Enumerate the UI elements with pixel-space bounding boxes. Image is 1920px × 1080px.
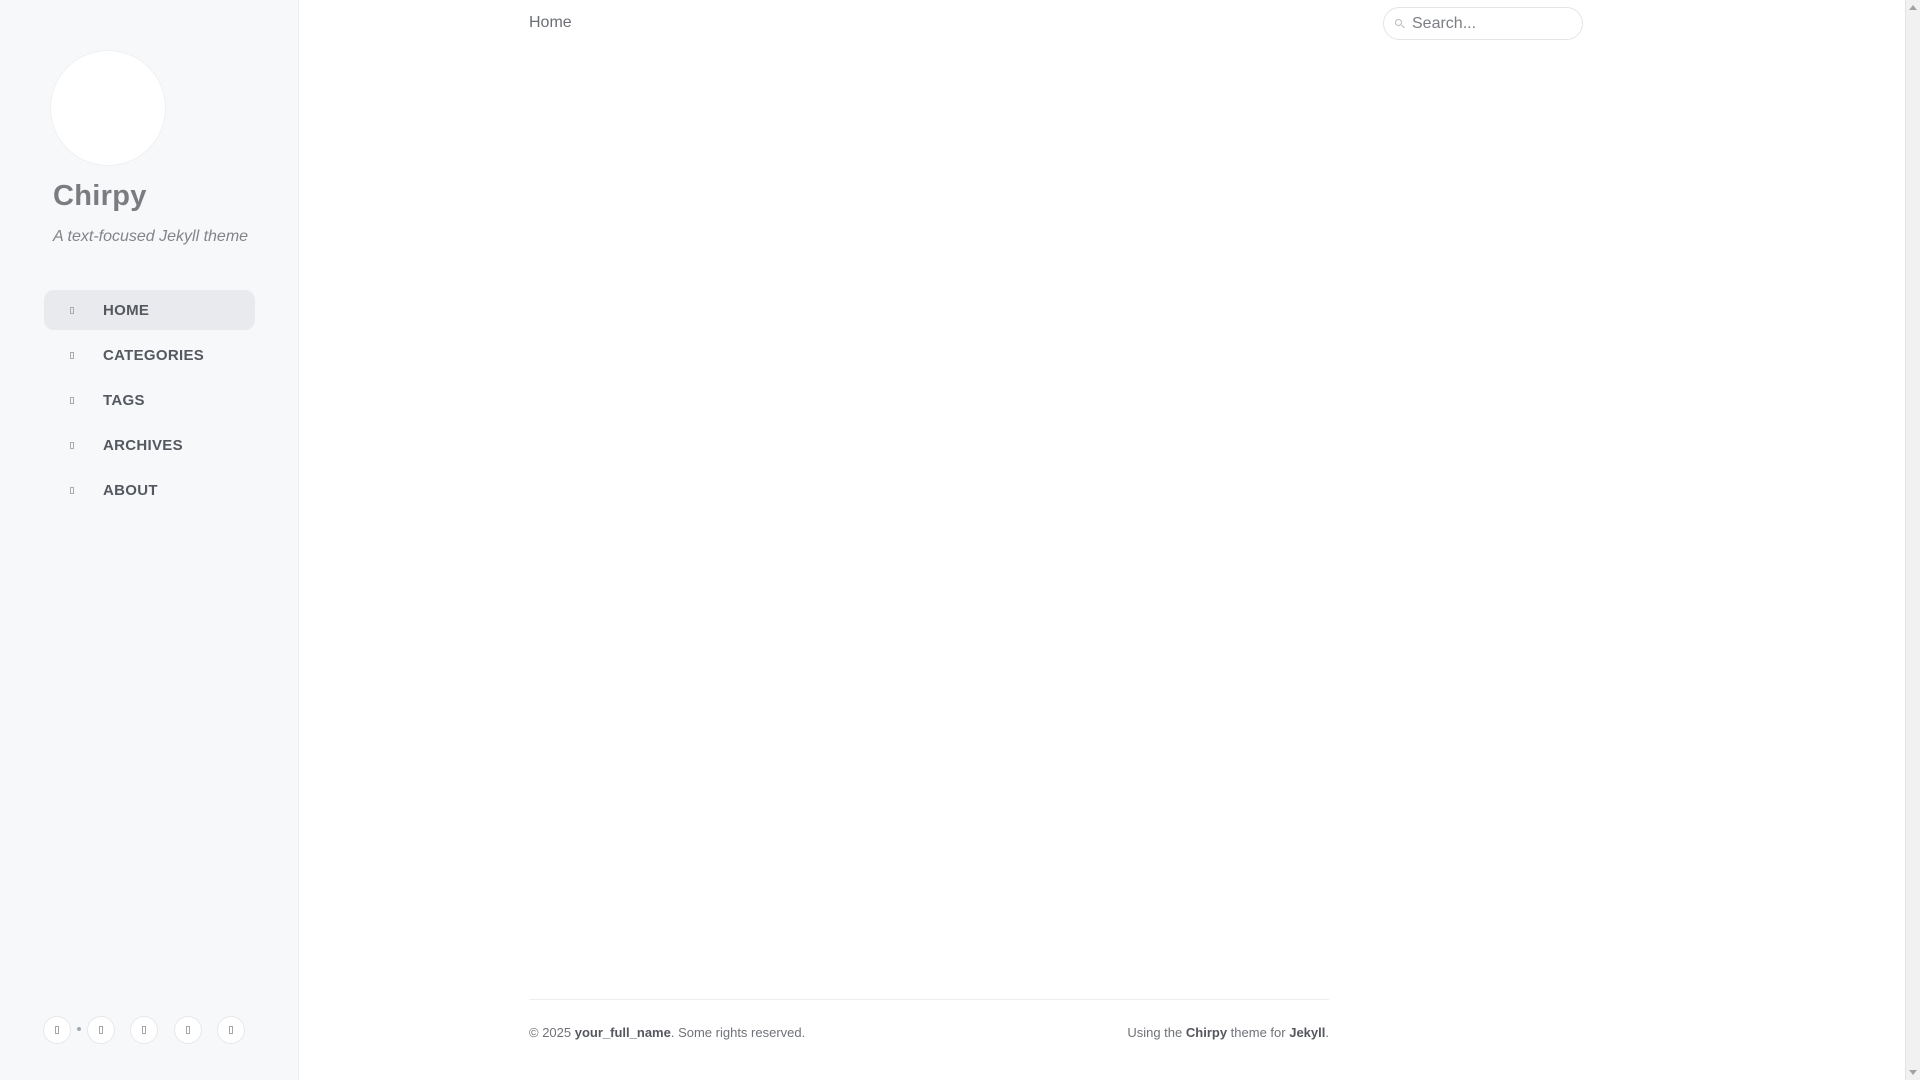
sidebar-item-label: ABOUT — [103, 481, 158, 499]
rss-icon[interactable] — [217, 1016, 245, 1044]
footer-credits: Using the Chirpy theme for Jekyll. — [1127, 1025, 1329, 1040]
github-icon[interactable] — [87, 1016, 115, 1044]
author-link[interactable]: your_full_name — [575, 1025, 671, 1040]
home-icon — [66, 303, 78, 317]
rights-text: . Some rights reserved. — [670, 1025, 806, 1040]
sidebar-item-tags[interactable]: TAGS — [44, 380, 255, 420]
info-icon — [66, 483, 78, 497]
twitter-icon[interactable] — [130, 1016, 158, 1044]
separator-dot — [77, 1027, 81, 1031]
footer-copyright: © 2025 your_full_name. Some rights reser… — [529, 1025, 805, 1040]
scroll-down-arrow-icon[interactable] — [1909, 1070, 1917, 1075]
tag-icon — [66, 393, 78, 407]
sidebar-item-label: CATEGORIES — [103, 346, 205, 364]
sidebar-item-label: ARCHIVES — [103, 436, 183, 454]
archive-icon — [66, 438, 78, 452]
search-input[interactable] — [1412, 12, 1572, 35]
email-icon[interactable] — [174, 1016, 202, 1044]
sidebar-item-archives[interactable]: ARCHIVES — [44, 425, 255, 465]
sidebar-nav: HOME CATEGORIES TAGS ARCHIVES ABOUT — [44, 290, 255, 515]
stream-icon — [66, 348, 78, 362]
breadcrumb: Home — [529, 14, 572, 31]
search-box[interactable] — [1383, 7, 1583, 40]
theme-for-text: theme for — [1230, 1025, 1286, 1040]
site-subtitle: A text-focused Jekyll theme — [53, 228, 249, 245]
jekyll-link[interactable]: Jekyll — [1289, 1025, 1325, 1040]
avatar[interactable] — [51, 51, 165, 165]
theme-toggle-icon[interactable] — [43, 1016, 71, 1044]
footer-divider — [529, 999, 1329, 1000]
sidebar-item-about[interactable]: ABOUT — [44, 470, 255, 510]
site-title[interactable]: Chirpy — [53, 180, 147, 213]
vertical-scrollbar[interactable] — [1905, 0, 1920, 1080]
scroll-up-arrow-icon[interactable] — [1909, 5, 1917, 10]
sidebar: Chirpy A text-focused Jekyll theme HOME … — [0, 0, 299, 1080]
sidebar-bottom — [43, 1016, 255, 1046]
sidebar-item-label: HOME — [103, 301, 150, 319]
copyright-year: © 2025 — [529, 1025, 572, 1040]
sidebar-item-categories[interactable]: CATEGORIES — [44, 335, 255, 375]
sidebar-item-home[interactable]: HOME — [44, 290, 255, 330]
chirpy-link[interactable]: Chirpy — [1186, 1025, 1227, 1040]
sidebar-item-label: TAGS — [103, 391, 145, 409]
search-icon — [1395, 19, 1402, 26]
period-text: . — [1325, 1025, 1329, 1040]
using-text: Using the — [1127, 1025, 1183, 1040]
